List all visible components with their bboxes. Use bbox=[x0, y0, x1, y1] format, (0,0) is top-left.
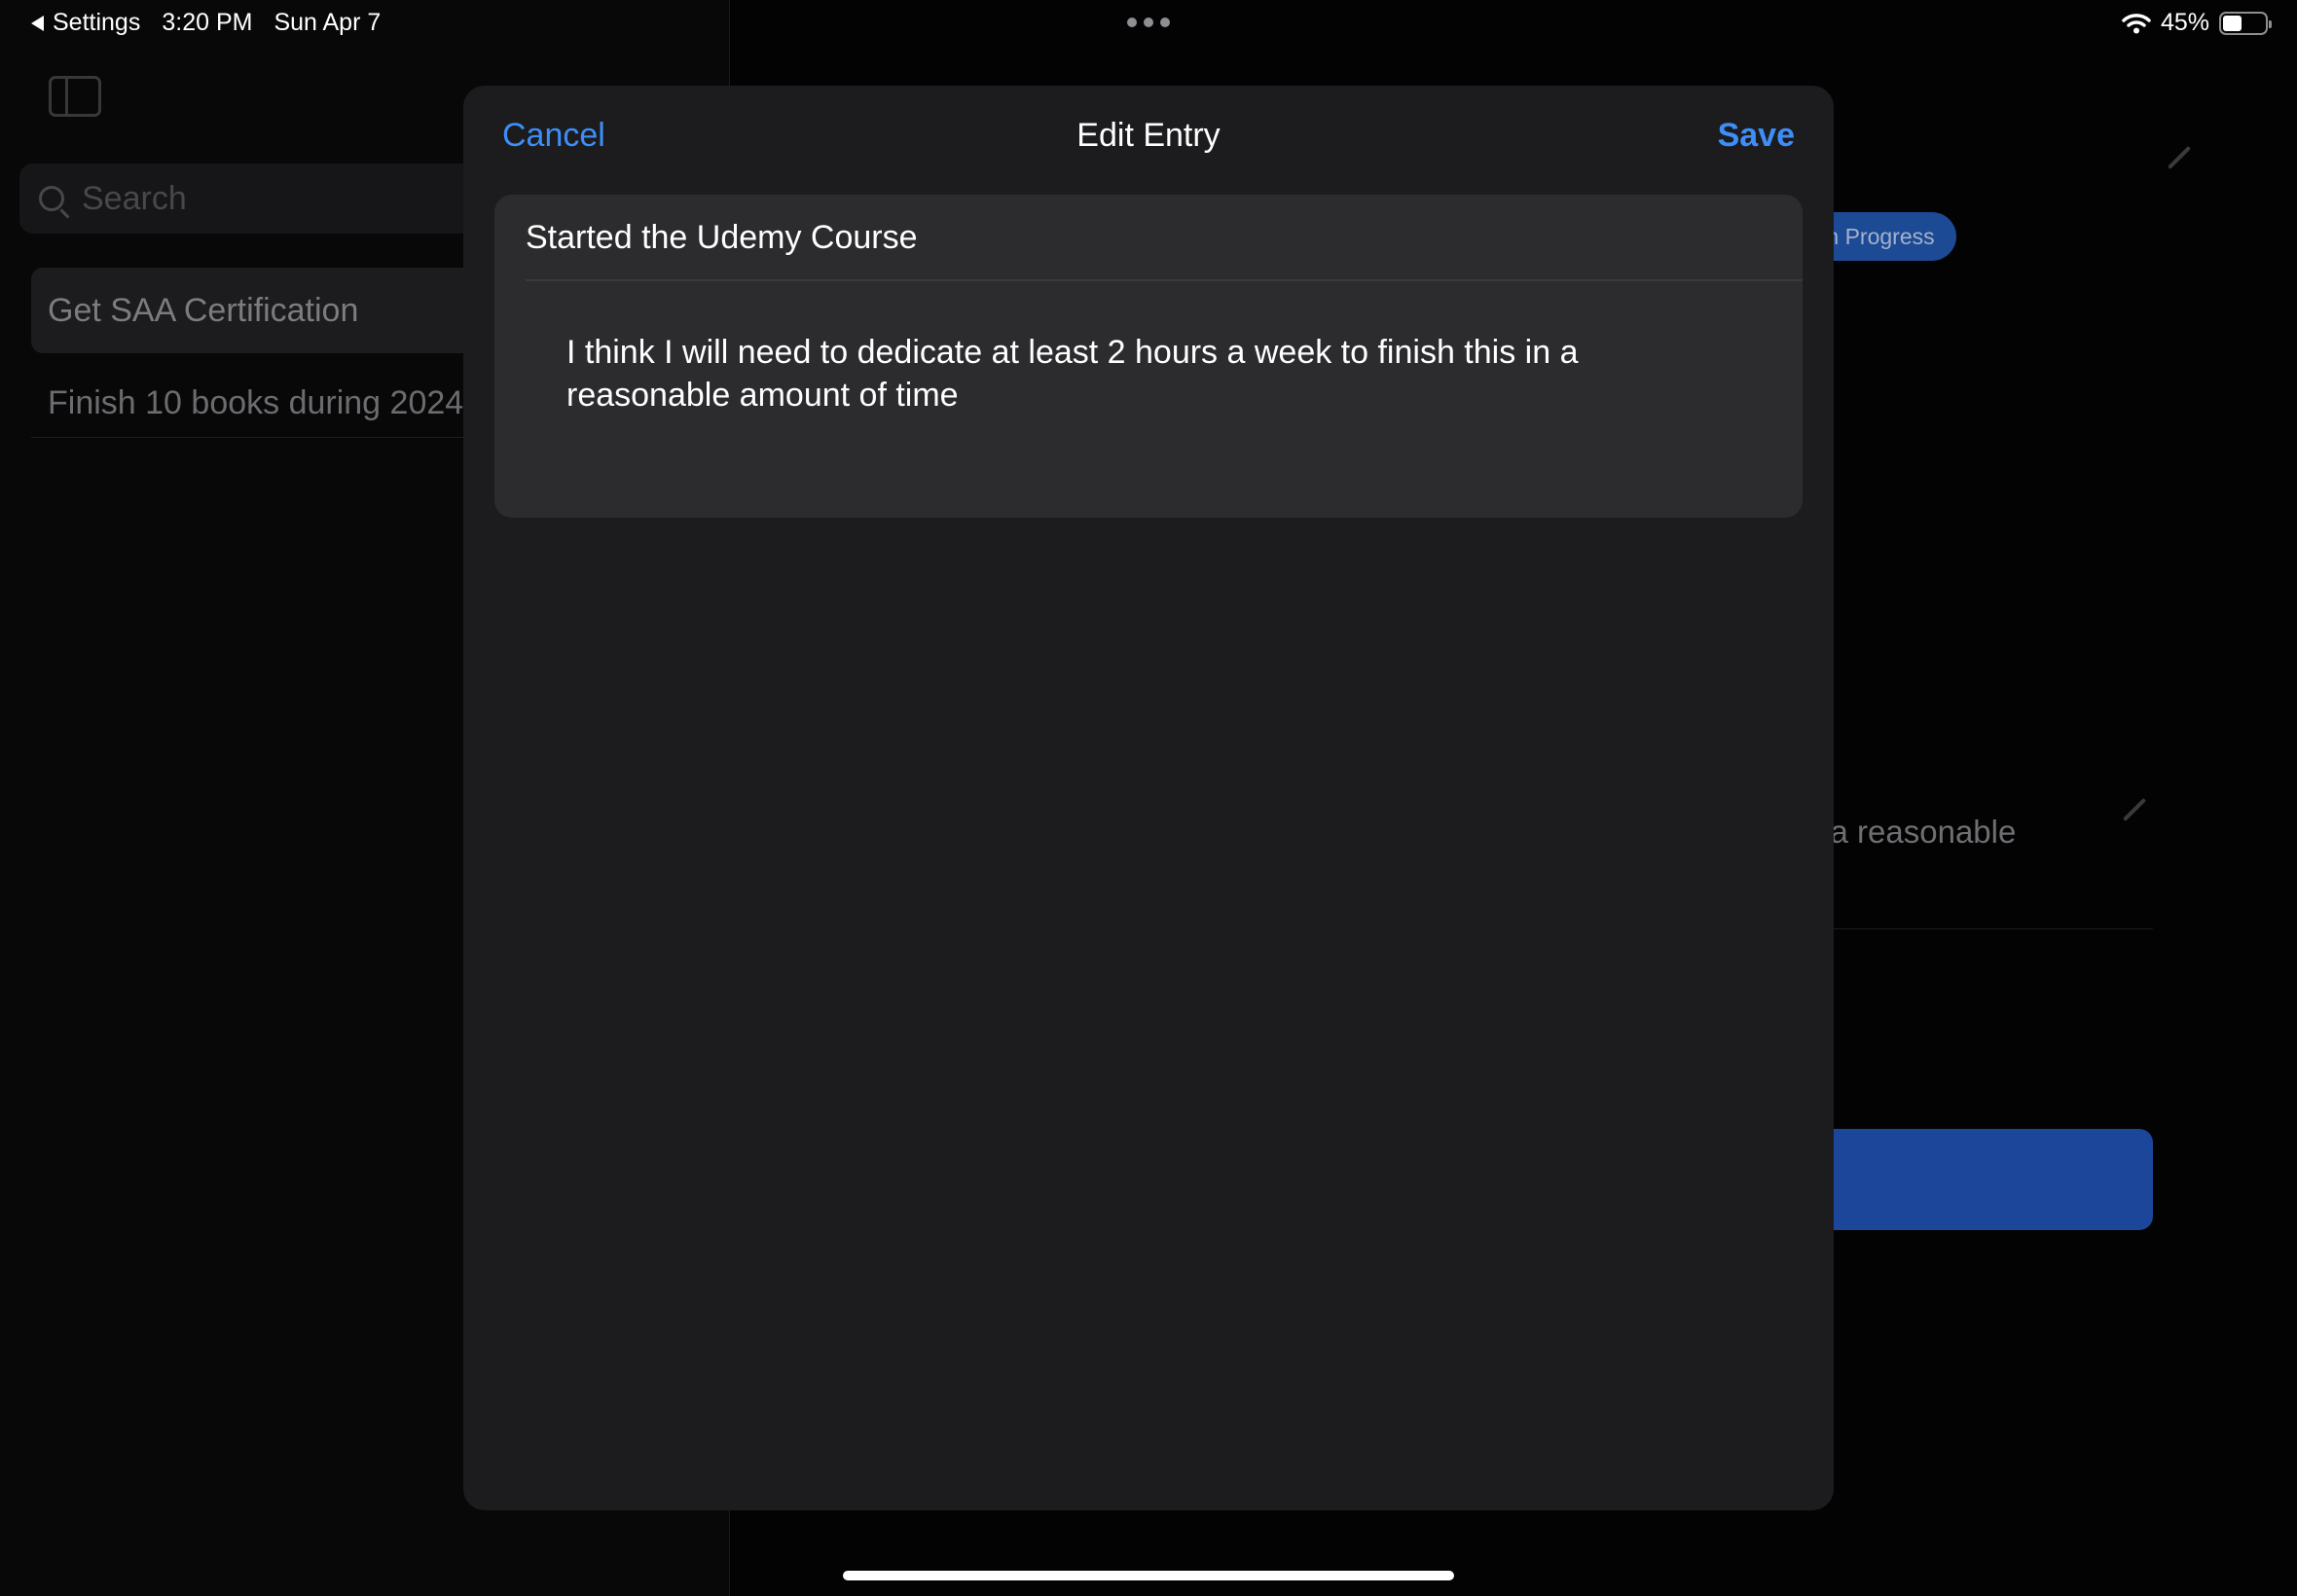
status-date: Sun Apr 7 bbox=[273, 9, 382, 36]
back-app-label: Settings bbox=[53, 9, 141, 36]
entry-body-field[interactable]: I think I will need to dedicate at least… bbox=[566, 331, 1618, 417]
field-separator bbox=[526, 279, 1803, 281]
back-triangle-icon bbox=[31, 15, 44, 31]
edit-entry-sheet: Cancel Edit Entry Save I think I will ne… bbox=[463, 86, 1834, 1510]
entry-title-field[interactable] bbox=[526, 195, 1803, 280]
back-to-app[interactable]: Settings 3:20 PM Sun Apr 7 bbox=[31, 9, 402, 37]
search-placeholder: Search bbox=[82, 179, 187, 217]
status-indicators: 45% bbox=[2122, 9, 2272, 37]
battery-percent: 45% bbox=[2160, 9, 2209, 36]
cancel-button[interactable]: Cancel bbox=[502, 117, 605, 155]
battery-level bbox=[2223, 15, 2242, 31]
sidebar-toggle-icon[interactable] bbox=[49, 76, 101, 117]
sidebar-item-label: Finish 10 books during 2024 bbox=[48, 384, 464, 421]
battery-icon bbox=[2219, 11, 2272, 35]
status-bar: Settings 3:20 PM Sun Apr 7 45% bbox=[0, 0, 2297, 47]
sheet-title: Edit Entry bbox=[1076, 117, 1221, 154]
sidebar-item-label: Get SAA Certification bbox=[48, 291, 359, 329]
wifi-icon bbox=[2122, 13, 2151, 33]
status-badge-label: In Progress bbox=[1820, 223, 1935, 249]
status-time: 3:20 PM bbox=[162, 9, 253, 36]
save-button[interactable]: Save bbox=[1718, 117, 1795, 155]
multitasking-dots-icon[interactable] bbox=[1127, 18, 1170, 27]
home-indicator[interactable] bbox=[843, 1571, 1454, 1580]
entry-form-group: I think I will need to dedicate at least… bbox=[494, 195, 1803, 518]
search-icon bbox=[39, 186, 64, 211]
